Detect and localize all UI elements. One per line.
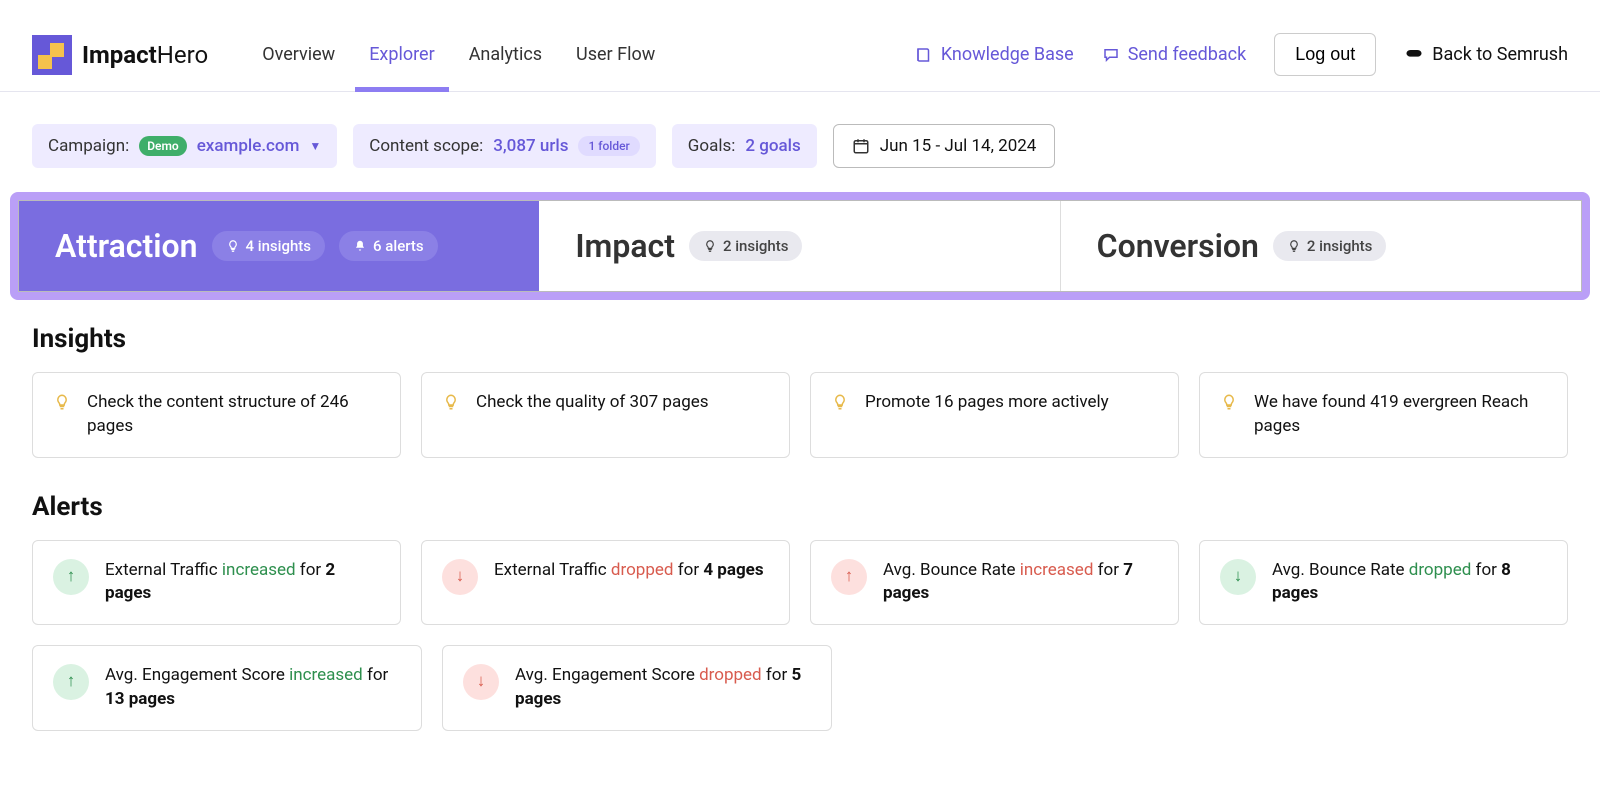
- arrow-up-icon: ↓: [1220, 559, 1256, 595]
- alerts-badge: 6 alerts: [339, 231, 438, 261]
- insight-card[interactable]: Check the quality of 307 pages: [421, 372, 790, 458]
- calendar-icon: [852, 137, 870, 155]
- lightbulb-icon: [53, 393, 71, 411]
- bell-icon: [353, 239, 367, 253]
- nav-explorer[interactable]: Explorer: [367, 18, 437, 91]
- header: ImpactHero Overview Explorer Analytics U…: [0, 0, 1600, 92]
- chevron-down-icon: ▼: [309, 139, 321, 153]
- back-to-semrush-link[interactable]: Back to Semrush: [1404, 44, 1568, 65]
- semrush-icon: [1404, 45, 1424, 65]
- lightbulb-icon: [226, 239, 240, 253]
- arrow-up-icon: ↑: [53, 559, 89, 595]
- logo[interactable]: ImpactHero: [32, 35, 208, 75]
- alert-card[interactable]: ↓ Avg. Engagement Score dropped for 5 pa…: [442, 645, 832, 731]
- knowledge-base-link[interactable]: Knowledge Base: [915, 44, 1074, 65]
- alert-card[interactable]: ↑ External Traffic increased for 2 pages: [32, 540, 401, 626]
- stage-tabs-highlight: Attraction 4 insights 6 alerts Impact 2 …: [10, 192, 1590, 300]
- logo-text: ImpactHero: [82, 41, 208, 69]
- insights-badge: 2 insights: [689, 231, 803, 261]
- arrow-down-icon: ↑: [831, 559, 867, 595]
- lightbulb-icon: [1287, 239, 1301, 253]
- speech-bubble-icon: [1102, 46, 1120, 64]
- stage-tabs: Attraction 4 insights 6 alerts Impact 2 …: [18, 200, 1582, 292]
- lightbulb-icon: [831, 393, 849, 411]
- book-icon: [915, 46, 933, 64]
- alert-card[interactable]: ↑ Avg. Bounce Rate increased for 7 pages: [810, 540, 1179, 626]
- campaign-selector[interactable]: Campaign: Demo example.com ▼: [32, 124, 337, 168]
- arrow-up-icon: ↑: [53, 664, 89, 700]
- logo-mark-icon: [32, 35, 72, 75]
- main-nav: Overview Explorer Analytics User Flow: [260, 18, 657, 91]
- nav-overview[interactable]: Overview: [260, 18, 337, 91]
- insight-card[interactable]: Promote 16 pages more actively: [810, 372, 1179, 458]
- goals-selector[interactable]: Goals: 2 goals: [672, 124, 817, 168]
- alert-card[interactable]: ↓ Avg. Bounce Rate dropped for 8 pages: [1199, 540, 1568, 626]
- demo-badge: Demo: [139, 136, 187, 156]
- content-scope-selector[interactable]: Content scope: 3,087 urls 1 folder: [353, 124, 656, 168]
- insights-badge: 4 insights: [212, 231, 326, 261]
- alerts-heading: Alerts: [32, 492, 1568, 522]
- insight-card[interactable]: We have found 419 evergreen Reach pages: [1199, 372, 1568, 458]
- insight-card[interactable]: Check the content structure of 246 pages: [32, 372, 401, 458]
- alert-card[interactable]: ↓ External Traffic dropped for 4 pages: [421, 540, 790, 626]
- alert-card[interactable]: ↑ Avg. Engagement Score increased for 13…: [32, 645, 422, 731]
- send-feedback-link[interactable]: Send feedback: [1102, 44, 1247, 65]
- lightbulb-icon: [703, 239, 717, 253]
- arrow-down-icon: ↓: [442, 559, 478, 595]
- filter-row: Campaign: Demo example.com ▼ Content sco…: [0, 92, 1600, 192]
- folder-count-badge: 1 folder: [578, 136, 639, 156]
- lightbulb-icon: [442, 393, 460, 411]
- insights-section: Insights Check the content structure of …: [0, 324, 1600, 482]
- stage-tab-impact[interactable]: Impact 2 insights: [539, 201, 1060, 291]
- nav-user-flow[interactable]: User Flow: [574, 18, 657, 91]
- nav-analytics[interactable]: Analytics: [467, 18, 544, 91]
- stage-tab-conversion[interactable]: Conversion 2 insights: [1061, 201, 1581, 291]
- insights-badge: 2 insights: [1273, 231, 1387, 261]
- logout-button[interactable]: Log out: [1274, 33, 1376, 76]
- insights-heading: Insights: [32, 324, 1568, 354]
- arrow-down-icon: ↓: [463, 664, 499, 700]
- lightbulb-icon: [1220, 393, 1238, 411]
- date-range-picker[interactable]: Jun 15 - Jul 14, 2024: [833, 124, 1056, 168]
- stage-tab-attraction[interactable]: Attraction 4 insights 6 alerts: [19, 201, 539, 291]
- alerts-section: Alerts ↑ External Traffic increased for …: [0, 492, 1600, 755]
